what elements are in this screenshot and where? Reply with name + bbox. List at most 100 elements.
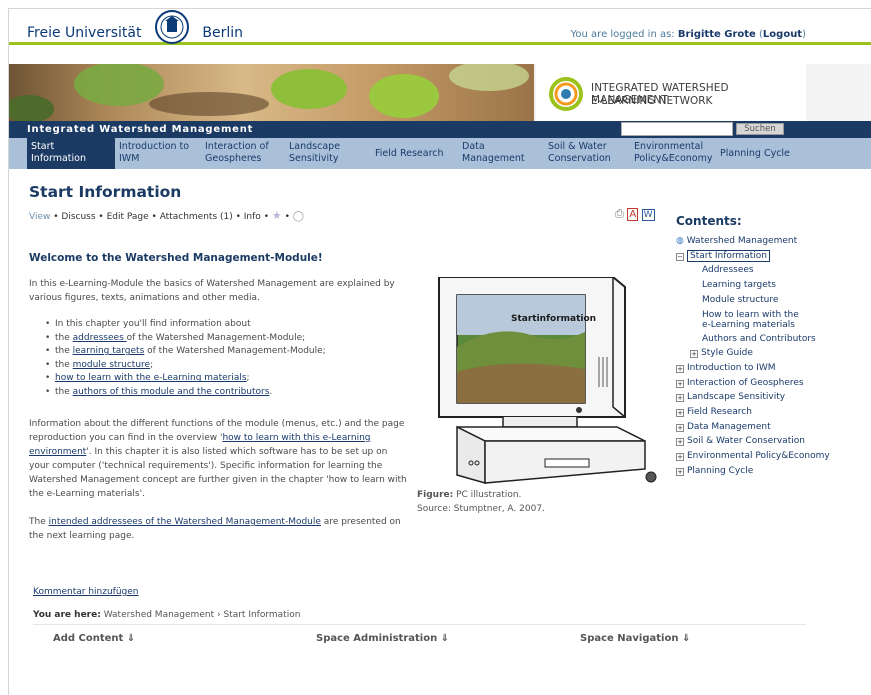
tree-item[interactable]: + Environmental Policy&Economy bbox=[676, 449, 866, 464]
expand-icon[interactable]: + bbox=[676, 394, 684, 403]
tree-item[interactable]: + Landscape Sensitivity bbox=[676, 390, 866, 405]
space-administration-menu[interactable]: Space Administration ⇓ bbox=[316, 633, 449, 644]
search-input[interactable] bbox=[621, 122, 733, 136]
list-item: how to learn with the e-Learning materia… bbox=[45, 372, 326, 386]
chapter-list: In this chapter you'll find information … bbox=[45, 318, 326, 400]
site-title-bar: Integrated Watershed Management Suchen bbox=[9, 121, 871, 138]
comment-bubble-icon[interactable]: ◯ bbox=[293, 211, 304, 222]
tree-item[interactable]: + Style Guide bbox=[676, 346, 866, 361]
favourite-star-icon[interactable]: ★ bbox=[272, 209, 282, 222]
tab-planning-cycle[interactable]: Planning Cycle bbox=[720, 138, 804, 169]
tree-item[interactable]: + Data Management bbox=[676, 420, 866, 435]
edit-page-link[interactable]: Edit Page bbox=[107, 212, 149, 222]
leaves-image bbox=[9, 64, 529, 121]
word-icon[interactable]: W bbox=[641, 209, 655, 221]
expand-icon[interactable]: + bbox=[676, 438, 684, 447]
tree-item[interactable]: How to learn with the e-Learning material… bbox=[676, 310, 866, 330]
page-actions: View • Discuss • Edit Page • Attachments… bbox=[29, 209, 304, 222]
tab-landscape-sensitivity[interactable]: Landscape Sensitivity bbox=[289, 138, 369, 169]
tab-introduction-to-iwm[interactable]: Introduction to IWM bbox=[119, 138, 199, 169]
breadcrumb-item[interactable]: Watershed Management bbox=[104, 610, 214, 620]
tab-start-information[interactable]: Start Information bbox=[27, 138, 115, 169]
tree-item[interactable]: Learning targets bbox=[676, 278, 866, 293]
expand-icon[interactable]: + bbox=[676, 409, 684, 418]
expand-icon[interactable]: + bbox=[676, 379, 684, 388]
print-icon[interactable]: ⎙ bbox=[615, 207, 624, 220]
discuss-link[interactable]: Discuss bbox=[61, 212, 95, 222]
screen-text: Startinformation bbox=[511, 314, 596, 324]
intro-paragraph: In this e-Learning-Module the basics of … bbox=[29, 279, 395, 303]
tree-item[interactable]: Module structure bbox=[676, 293, 866, 308]
university-seal-icon bbox=[154, 10, 189, 44]
addressees-paragraph: The intended addressees of the Watershed… bbox=[29, 517, 401, 541]
collapse-icon[interactable]: − bbox=[676, 252, 684, 261]
addressees-link[interactable]: addressees bbox=[73, 333, 127, 343]
tree-item[interactable]: + Introduction to IWM bbox=[676, 361, 866, 376]
tab-soil-water-conservation[interactable]: Soil & Water Conservation bbox=[548, 138, 628, 169]
user-name: Brigitte Grote bbox=[677, 29, 756, 40]
breadcrumb: You are here: Watershed Management › Sta… bbox=[33, 610, 301, 620]
tree-item[interactable]: + Soil & Water Conservation bbox=[676, 434, 866, 449]
intended-addressees-link[interactable]: intended addressees of the Watershed Man… bbox=[49, 517, 321, 527]
network-logo[interactable]: INTEGRATED WATERSHED MANAGEMENT E-LEARNI… bbox=[536, 64, 806, 121]
tab-data-management[interactable]: Data Management bbox=[462, 138, 542, 169]
how-to-learn-link[interactable]: how to learn with the e-Learning materia… bbox=[55, 373, 247, 383]
list-item: the authors of this module and the contr… bbox=[45, 386, 326, 400]
bottom-menu-bar: Add Content ⇓ Space Administration ⇓ Spa… bbox=[33, 624, 806, 652]
tree-item[interactable]: + Planning Cycle bbox=[676, 464, 866, 479]
login-status: You are logged in as: Brigitte Grote (Lo… bbox=[570, 29, 806, 40]
top-header: Freie Universität Berlin You are logged … bbox=[9, 9, 871, 45]
tree-item[interactable]: Addressees bbox=[676, 263, 866, 278]
authors-link[interactable]: authors of this module and the contribut… bbox=[73, 387, 270, 397]
pdf-icon[interactable]: A bbox=[627, 208, 639, 221]
page-frame: Freie Universität Berlin You are logged … bbox=[8, 8, 871, 695]
list-item: the learning targets of the Watershed Ma… bbox=[45, 345, 326, 359]
attachments-link[interactable]: Attachments (1) bbox=[160, 212, 233, 222]
contents-tree: Contents: ◍ Watershed Management − Start … bbox=[676, 214, 866, 479]
banner: INTEGRATED WATERSHED MANAGEMENT E-LEARNI… bbox=[9, 64, 871, 121]
tab-environmental-policy-economy[interactable]: Environmental Policy&Economy bbox=[634, 138, 718, 169]
add-content-menu[interactable]: Add Content ⇓ bbox=[53, 633, 135, 644]
tree-item[interactable]: Authors and Contributors bbox=[676, 332, 866, 347]
view-link[interactable]: View bbox=[29, 212, 50, 222]
info-paragraph: Information about the different function… bbox=[29, 419, 407, 499]
tab-field-research[interactable]: Field Research bbox=[375, 138, 457, 169]
banner-photo bbox=[9, 64, 534, 121]
globe-icon: ◍ bbox=[676, 236, 684, 246]
learning-targets-link[interactable]: learning targets bbox=[73, 346, 145, 356]
list-item: the addressees of the Watershed Manageme… bbox=[45, 332, 326, 346]
list-item: In this chapter you'll find information … bbox=[45, 318, 326, 332]
tree-item[interactable]: + Interaction of Geospheres bbox=[676, 376, 866, 391]
search-button[interactable]: Suchen bbox=[736, 123, 784, 135]
add-comment-link[interactable]: Kommentar hinzufügen bbox=[33, 587, 139, 597]
network-line2: E-LEARNING NETWORK bbox=[591, 95, 713, 107]
expand-icon[interactable]: + bbox=[676, 364, 684, 373]
tab-interaction-of-geospheres[interactable]: Interaction of Geospheres bbox=[205, 138, 285, 169]
tree-item[interactable]: + Field Research bbox=[676, 405, 866, 420]
main-nav: Start Information Introduction to IWM In… bbox=[9, 138, 871, 169]
info-link[interactable]: Info bbox=[244, 212, 261, 222]
figure-source: Source: Stumptner, A. 2007. bbox=[417, 504, 545, 514]
page-tools: ⎙ A W bbox=[615, 207, 655, 221]
tree-root[interactable]: ◍ Watershed Management bbox=[676, 234, 866, 249]
expand-icon[interactable]: + bbox=[690, 350, 698, 359]
module-structure-link[interactable]: module structure bbox=[73, 360, 150, 370]
breadcrumb-item[interactable]: Start Information bbox=[223, 610, 300, 620]
page-title: Start Information bbox=[29, 183, 182, 201]
logout-link[interactable]: Logout bbox=[763, 29, 802, 40]
list-item: the module structure; bbox=[45, 359, 326, 373]
expand-icon[interactable]: + bbox=[676, 423, 684, 432]
brand-left-text: Freie Universität bbox=[27, 25, 142, 41]
university-brand[interactable]: Freie Universität Berlin bbox=[27, 10, 244, 45]
tree-current[interactable]: − Start Information bbox=[676, 249, 866, 264]
pc-illustration: Startinformation bbox=[438, 277, 657, 484]
welcome-heading: Welcome to the Watershed Management-Modu… bbox=[29, 252, 323, 264]
expand-icon[interactable]: + bbox=[676, 467, 684, 476]
site-title[interactable]: Integrated Watershed Management bbox=[27, 124, 253, 135]
figure-caption: Figure: PC illustration. Source: Stumptn… bbox=[417, 490, 545, 514]
space-navigation-menu[interactable]: Space Navigation ⇓ bbox=[580, 633, 690, 644]
contents-heading: Contents: bbox=[676, 214, 742, 228]
expand-icon[interactable]: + bbox=[676, 453, 684, 462]
network-logo-icon bbox=[549, 77, 583, 111]
brand-right-text: Berlin bbox=[202, 25, 244, 41]
